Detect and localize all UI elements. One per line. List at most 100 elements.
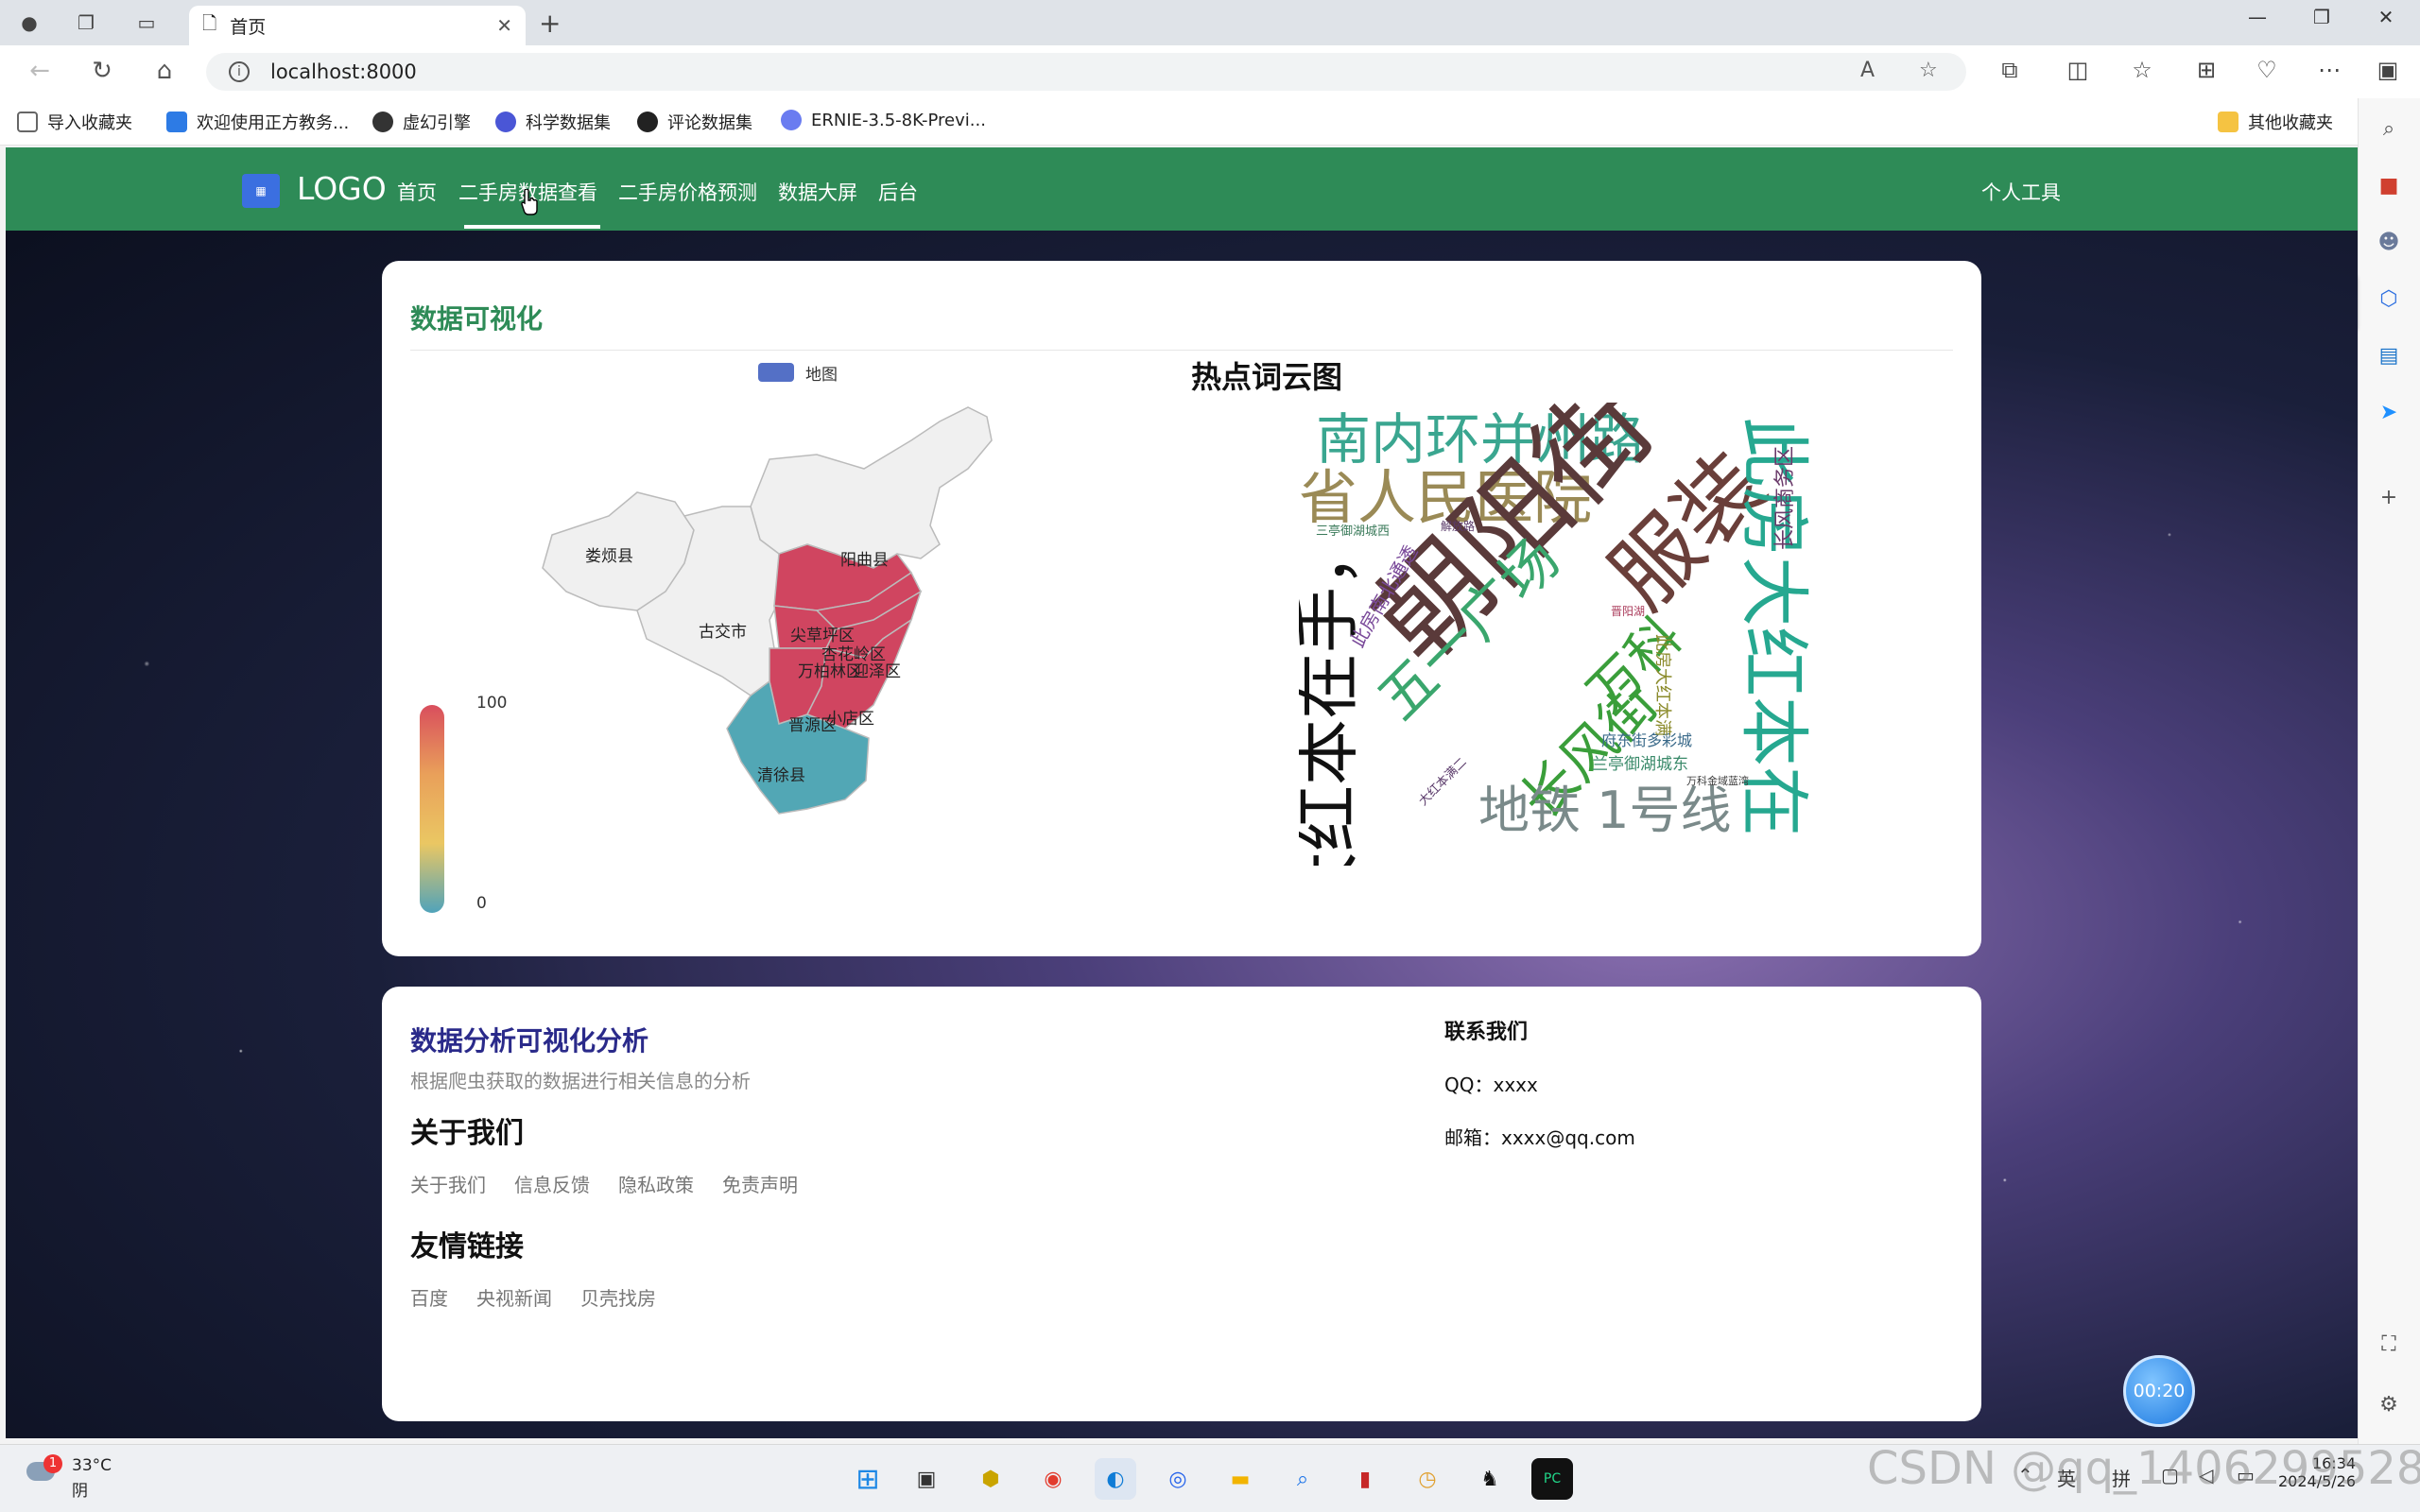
favorites-bar: 导入收藏夹 欢迎使用正方教务... 虚幻引擎 科学数据集 评论数据集 ERNIE… — [0, 98, 2420, 146]
site-info-icon[interactable]: i — [229, 61, 250, 82]
timer-badge[interactable]: 00:20 — [2123, 1355, 2195, 1427]
file-explorer-icon[interactable]: ▬ — [1219, 1458, 1261, 1500]
workspaces-icon[interactable]: ❐ — [70, 8, 102, 38]
nav-price-prediction[interactable]: 二手房价格预测 — [618, 178, 757, 206]
word: 三亭御湖城西 — [1316, 524, 1391, 539]
refresh-icon[interactable]: ↻ — [83, 57, 121, 85]
settings-icon[interactable]: ⚙ — [2372, 1387, 2406, 1421]
extensions-icon[interactable]: ⧉ — [1991, 57, 2029, 83]
qq-icon[interactable]: ♞ — [1469, 1458, 1511, 1500]
csdn-watermark: CSDN @qq_1406299528 — [1867, 1442, 2420, 1495]
favorites-icon[interactable]: ☆ — [2123, 57, 2161, 83]
vertical-tabs-icon[interactable]: ▭ — [130, 8, 163, 38]
window-close-icon[interactable]: ✕ — [2358, 6, 2414, 28]
logo-text[interactable]: LOGO — [297, 170, 387, 207]
nav-personal-tools[interactable]: 个人工具 — [1981, 178, 2061, 206]
word: 大红本满二 — [1416, 755, 1470, 809]
favorite-ernie[interactable]: ERNIE-3.5-8K-Previ... — [781, 110, 986, 130]
word: 地铁 1号线 — [1478, 781, 1732, 840]
copilot-icon[interactable]: ⬡ — [2372, 282, 2406, 316]
restore-icon[interactable]: ❐ — [2293, 6, 2350, 28]
favorite-other-folder[interactable]: 其他收藏夹 — [2218, 110, 2333, 134]
visualmap-max-label: 100 — [476, 694, 508, 713]
toolbox-icon[interactable]: ■ — [2372, 168, 2406, 202]
clock-app-icon[interactable]: ◷ — [1407, 1458, 1448, 1500]
region-label-qingxu: 清徐县 — [757, 766, 805, 785]
divider — [410, 350, 1953, 351]
favorite-unreal[interactable]: 虚幻引擎 — [372, 110, 471, 134]
section-title: 数据可视化 — [410, 303, 544, 335]
word: 晋阳湖 — [1611, 605, 1646, 618]
favorite-zhengfang[interactable]: 欢迎使用正方教务... — [166, 110, 349, 134]
mouse-cursor-icon — [521, 189, 538, 215]
add-sidebar-app-icon[interactable]: + — [2372, 480, 2406, 514]
region-label-xiaodian: 小店区 — [826, 710, 874, 729]
link-cctv-news[interactable]: 央视新闻 — [476, 1283, 552, 1311]
friend-links-heading: 友情链接 — [410, 1230, 524, 1263]
search-app-icon[interactable]: ⌕ — [1282, 1458, 1323, 1500]
address-toolbar: ← ↻ ⌂ i localhost:8000 A ☆ ⧉ ◫ ☆ ⊞ ♡ ⋯ ▣ — [0, 45, 2420, 98]
send-icon[interactable]: ➤ — [2372, 395, 2406, 429]
favorite-star-icon[interactable]: ☆ — [1919, 59, 1938, 82]
link-disclaimer[interactable]: 免责声明 — [722, 1170, 798, 1197]
task-view-icon[interactable]: ▣ — [906, 1458, 947, 1500]
outlook-icon[interactable]: ▤ — [2372, 338, 2406, 372]
word: 大红本在手， — [1299, 521, 1366, 866]
nav-dashboard[interactable]: 数据大屏 — [778, 178, 857, 206]
collections-icon[interactable]: ⊞ — [2187, 57, 2225, 83]
link-baidu[interactable]: 百度 — [410, 1283, 448, 1311]
map-legend-swatch[interactable] — [758, 363, 794, 382]
word: 长风商务区 — [1773, 445, 1798, 551]
sidebar-toggle-icon[interactable]: ▣ — [2369, 57, 2407, 83]
browser-tab-home[interactable]: 🗋 首页 ✕ — [189, 6, 526, 45]
link-about-us[interactable]: 关于我们 — [410, 1170, 486, 1197]
search-icon[interactable]: ⌕ — [2372, 112, 2406, 146]
word: 解放路 — [1441, 520, 1476, 533]
more-menu-icon[interactable]: ⋯ — [2310, 57, 2348, 83]
link-icon — [495, 112, 516, 132]
link-feedback[interactable]: 信息反馈 — [514, 1170, 590, 1197]
nav-home[interactable]: 首页 — [397, 178, 437, 206]
profile-icon[interactable]: ● — [13, 8, 45, 38]
browser-essentials-icon[interactable]: ♡ — [2248, 57, 2286, 83]
contact-heading: 联系我们 — [1444, 1021, 1529, 1044]
region-label-xinghualing: 杏花岭区 — [821, 645, 886, 664]
import-icon — [17, 112, 38, 132]
wps-icon[interactable]: ▮ — [1344, 1458, 1386, 1500]
read-aloud-icon[interactable]: A — [1860, 59, 1875, 82]
contact-qq: QQ：xxxx — [1444, 1074, 1538, 1096]
back-icon[interactable]: ← — [21, 57, 59, 85]
new-tab-icon[interactable]: + — [539, 8, 561, 39]
address-bar[interactable]: i localhost:8000 A ☆ — [206, 53, 1966, 91]
url-text: localhost:8000 — [270, 60, 417, 83]
tab-title: 首页 — [230, 16, 267, 38]
wordcloud: 南内环并州路 省人民医院 朝阳街 服装 大红本在手， 此房大红本在 五一广场 长… — [1299, 403, 1847, 866]
minimize-icon[interactable]: — — [2229, 6, 2286, 28]
map-region-yangqu[interactable] — [750, 406, 993, 569]
shield-app-icon[interactable]: ⬢ — [970, 1458, 1011, 1500]
contact-email: 邮箱：xxxx@qq.com — [1444, 1126, 1635, 1149]
start-icon[interactable]: ⊞ — [847, 1458, 889, 1500]
favorite-science-data[interactable]: 科学数据集 — [495, 110, 611, 134]
messenger-icon[interactable]: ◎ — [1157, 1458, 1199, 1500]
taiyuan-map[interactable]: 娄烦县 阳曲县 古交市 尖草坪区 杏花岭区 万柏林区 迎泽区 晋源区 小店区 清… — [495, 403, 1100, 885]
visualmap-gradient-bar[interactable] — [420, 705, 444, 913]
screenshot-icon[interactable]: ⛶ — [2372, 1327, 2406, 1361]
logo-icon: ▦ — [242, 174, 280, 208]
link-beike[interactable]: 贝壳找房 — [580, 1283, 656, 1311]
word: 此房大红本满 — [1652, 634, 1672, 736]
close-tab-icon[interactable]: ✕ — [496, 14, 512, 37]
chrome-icon[interactable]: ◉ — [1032, 1458, 1074, 1500]
link-privacy[interactable]: 隐私政策 — [618, 1170, 694, 1197]
people-icon[interactable]: ☻ — [2372, 225, 2406, 259]
home-icon[interactable]: ⌂ — [146, 57, 183, 85]
split-screen-icon[interactable]: ◫ — [2059, 57, 2097, 83]
map-legend-label[interactable]: 地图 — [805, 361, 838, 385]
word: 万科金域蓝湾 — [1686, 775, 1749, 787]
edge-icon[interactable]: ◐ — [1095, 1458, 1136, 1500]
favorite-import[interactable]: 导入收藏夹 — [17, 110, 132, 134]
pycharm-icon[interactable]: PC — [1531, 1458, 1573, 1500]
favorite-comment-data[interactable]: 评论数据集 — [637, 110, 752, 134]
nav-admin[interactable]: 后台 — [878, 178, 918, 206]
edge-sidebar: ⌕ ■ ☻ ⬡ ▤ ➤ + ⛶ ⚙ — [2358, 98, 2420, 1444]
